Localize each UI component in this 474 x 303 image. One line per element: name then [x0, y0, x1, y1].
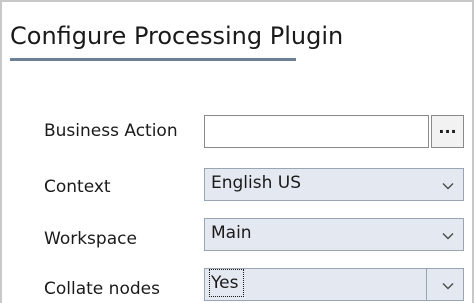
- context-select-divider: [426, 169, 427, 200]
- context-select-value: English US: [211, 173, 302, 193]
- configure-processing-plugin-dialog: Configure Processing Plugin Business Act…: [0, 0, 474, 303]
- business-action-browse-button[interactable]: ...: [431, 115, 464, 148]
- collate-nodes-select-divider: [426, 269, 427, 300]
- chevron-down-icon: [442, 233, 454, 240]
- chevron-down-icon: [442, 283, 454, 290]
- collate-nodes-select[interactable]: Yes: [204, 268, 464, 301]
- workspace-select-divider: [426, 219, 427, 250]
- workspace-select[interactable]: Main: [204, 218, 464, 251]
- title-underline: [10, 58, 296, 61]
- workspace-label: Workspace: [44, 229, 137, 249]
- business-action-label: Business Action: [44, 121, 178, 141]
- context-select[interactable]: English US: [204, 168, 464, 201]
- collate-nodes-select-value: Yes: [208, 269, 245, 297]
- dialog-title: Configure Processing Plugin: [10, 22, 344, 50]
- chevron-down-icon: [442, 183, 454, 190]
- business-action-input[interactable]: [204, 115, 429, 148]
- context-label: Context: [44, 177, 111, 197]
- workspace-select-value: Main: [211, 223, 252, 243]
- collate-nodes-label: Collate nodes: [44, 279, 160, 299]
